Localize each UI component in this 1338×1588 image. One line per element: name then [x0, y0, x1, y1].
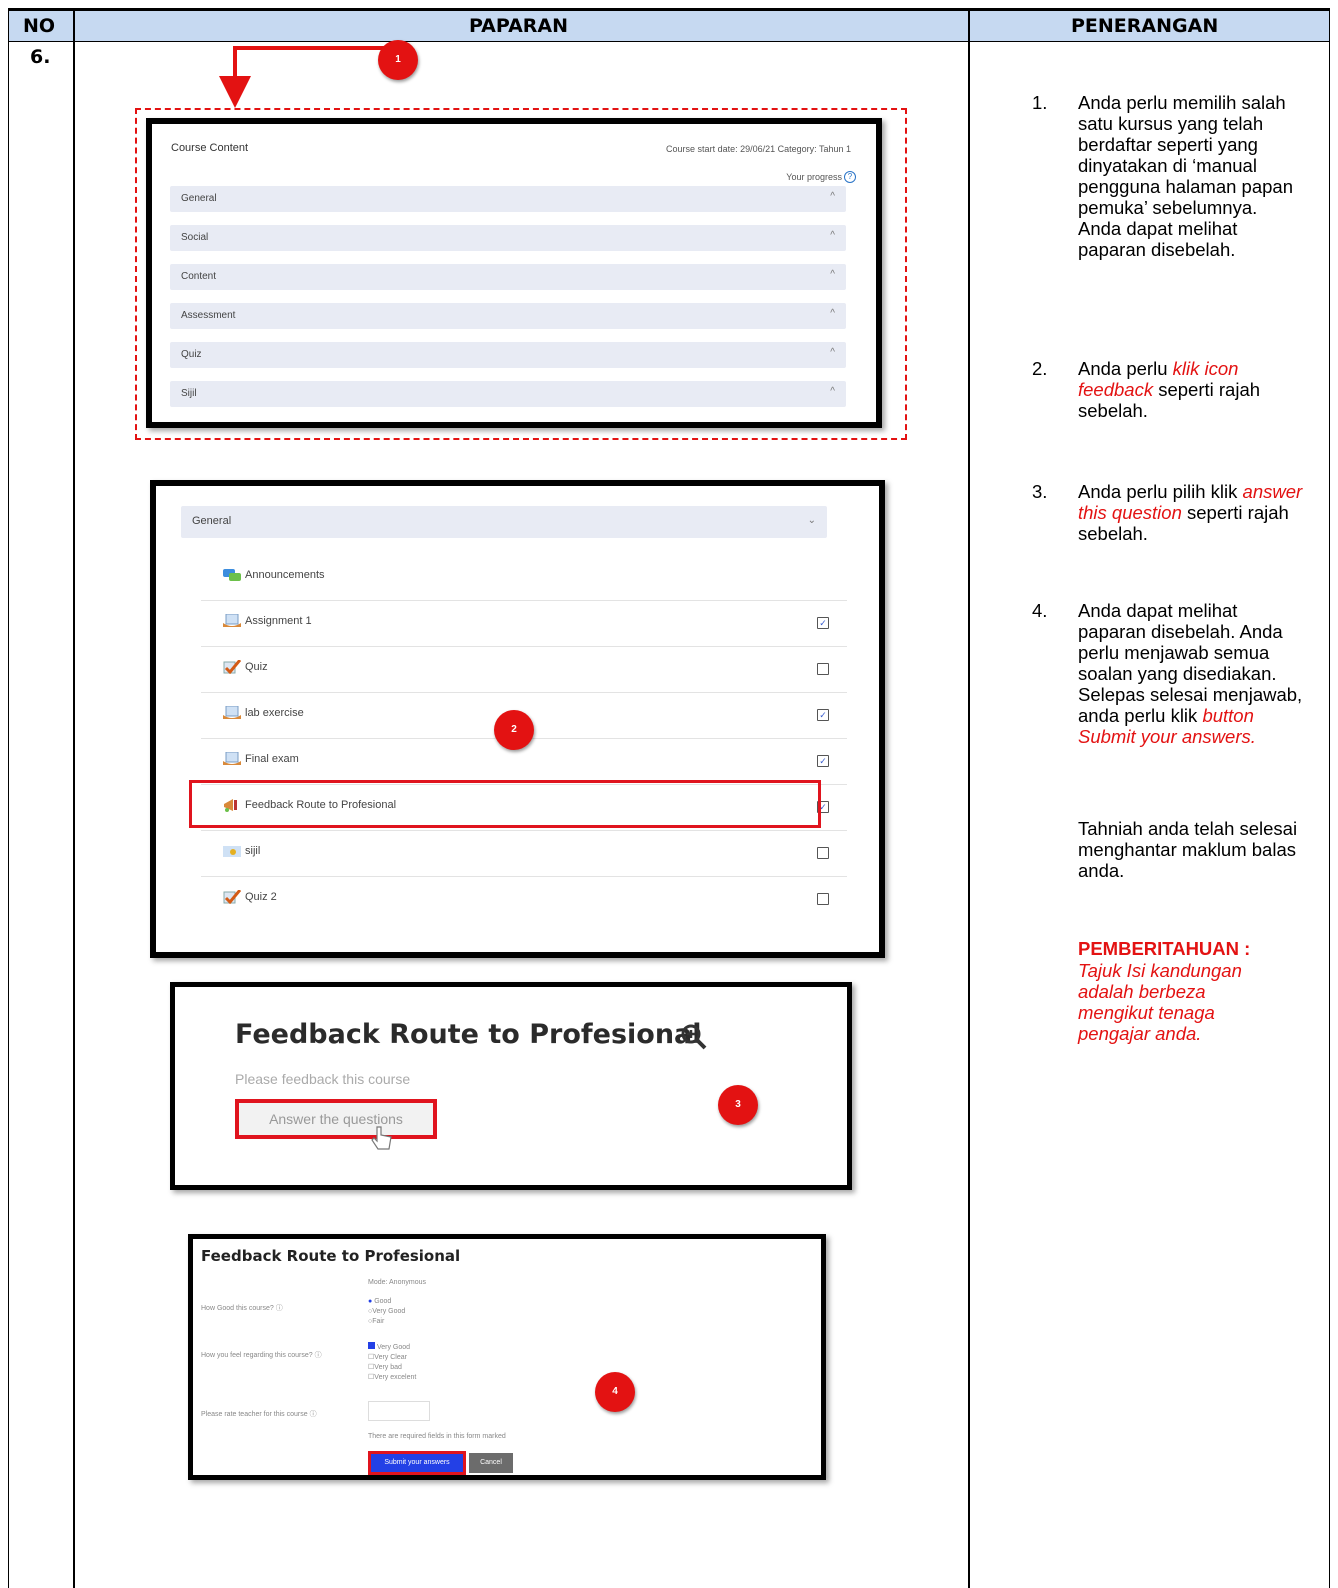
- chevron-up-icon: ^: [830, 308, 835, 319]
- submit-answers-button[interactable]: Submit your answers: [368, 1451, 466, 1475]
- notice-title: PEMBERITAHUAN :: [1078, 938, 1251, 959]
- arrow-1: [219, 46, 395, 108]
- section-assessment[interactable]: Assessment ^: [170, 303, 846, 329]
- answer-questions-button[interactable]: Answer the questions: [235, 1099, 437, 1139]
- help-icon: ⓘ: [275, 1305, 283, 1312]
- feedback-title: Feedback Route to Profesional: [235, 1019, 702, 1050]
- question-3: Please rate teacher for this course ⓘ: [201, 1411, 317, 1418]
- highlight-feedback-row: [189, 780, 821, 828]
- section-quiz[interactable]: Quiz ^: [170, 342, 846, 368]
- help-icon: ⓘ: [309, 1411, 317, 1418]
- completion-checkbox[interactable]: [817, 847, 829, 859]
- help-icon[interactable]: ?: [844, 171, 856, 183]
- forum-icon: [223, 569, 241, 581]
- cursor-hand-icon: [371, 1126, 392, 1150]
- chevron-down-icon: ⌄: [807, 515, 816, 526]
- quiz-icon: [223, 660, 241, 674]
- section-general[interactable]: General ^: [170, 186, 846, 212]
- certificate-icon: [223, 846, 241, 857]
- course-meta: Course start date: 29/06/21 Category: Ta…: [666, 144, 851, 154]
- step-badge-3: 3: [718, 1085, 758, 1125]
- form-mode: Mode: Anonymous: [368, 1279, 426, 1286]
- step-badge-1: 1: [378, 40, 418, 80]
- cancel-button[interactable]: Cancel: [469, 1453, 513, 1473]
- chevron-up-icon: ^: [830, 269, 835, 280]
- section-content[interactable]: Content ^: [170, 264, 846, 290]
- chevron-up-icon: ^: [830, 191, 835, 202]
- feedback-activity-screenshot: Feedback Route to Profesional Please fee…: [170, 982, 852, 1190]
- activity-quiz[interactable]: Quiz: [201, 646, 847, 693]
- checkbox: ☐Very excelent: [368, 1374, 417, 1381]
- checkbox-checked: Very Good: [368, 1342, 416, 1353]
- completion-checkbox-checked[interactable]: ✓: [817, 709, 829, 721]
- activity-announcements[interactable]: Announcements: [201, 554, 847, 601]
- radio: ○Very Good: [368, 1308, 406, 1315]
- question-1: How Good this course? ⓘ: [201, 1305, 283, 1312]
- step-badge-2: 2: [494, 710, 534, 750]
- course-content-title: Course Content: [171, 142, 249, 154]
- feedback-subtitle: Please feedback this course: [235, 1071, 411, 1087]
- section-general-expanded[interactable]: General ⌄: [181, 506, 827, 538]
- checkbox: ☐Very Clear: [368, 1354, 407, 1361]
- required-note: There are required fields in this form m…: [368, 1433, 506, 1440]
- question-2-options[interactable]: Very Good ☐Very Clear ☐Very bad ☐Very ex…: [368, 1342, 416, 1383]
- notice-text: Tajuk Isi kandungan adalah berbeza mengi…: [1078, 960, 1242, 1044]
- progress-label: Your progress: [786, 172, 842, 182]
- quiz-icon: [223, 890, 241, 904]
- zoom-in-icon[interactable]: [680, 1023, 708, 1051]
- section-social[interactable]: Social ^: [170, 225, 846, 251]
- completion-checkbox[interactable]: [817, 663, 829, 675]
- completion-checkbox[interactable]: [817, 893, 829, 905]
- assignment-icon: [223, 752, 241, 765]
- question-1-options[interactable]: ● Good ○Very Good ○Fair: [368, 1297, 405, 1327]
- question-2: How you feel regarding this course? ⓘ: [201, 1352, 322, 1359]
- completion-checkbox-checked[interactable]: ✓: [817, 755, 829, 767]
- chevron-up-icon: ^: [830, 347, 835, 358]
- assignment-icon: [223, 614, 241, 627]
- activity-assignment-1[interactable]: Assignment 1 ✓: [201, 600, 847, 647]
- activity-sijil[interactable]: sijil: [201, 830, 847, 877]
- radio-selected: ● Good: [368, 1298, 392, 1305]
- assignment-icon: [223, 706, 241, 719]
- radio: ○Fair: [368, 1318, 385, 1325]
- completion-checkbox-checked[interactable]: ✓: [817, 617, 829, 629]
- course-content-screenshot: Course Content Course start date: 29/06/…: [146, 118, 882, 428]
- rating-input[interactable]: [368, 1401, 430, 1421]
- form-title: Feedback Route to Profesional: [201, 1247, 461, 1265]
- section-sijil[interactable]: Sijil ^: [170, 381, 846, 407]
- feedback-form-screenshot: Feedback Route to Profesional Mode: Anon…: [188, 1234, 826, 1480]
- chevron-up-icon: ^: [830, 230, 835, 241]
- checkbox: ☐Very bad: [368, 1364, 402, 1371]
- step-badge-4: 4: [595, 1372, 635, 1412]
- help-icon: ⓘ: [314, 1352, 322, 1359]
- congrats-text: Tahniah anda telah selesai menghantar ma…: [1078, 818, 1298, 881]
- activity-quiz-2[interactable]: Quiz 2: [201, 876, 847, 922]
- chevron-up-icon: ^: [830, 386, 835, 397]
